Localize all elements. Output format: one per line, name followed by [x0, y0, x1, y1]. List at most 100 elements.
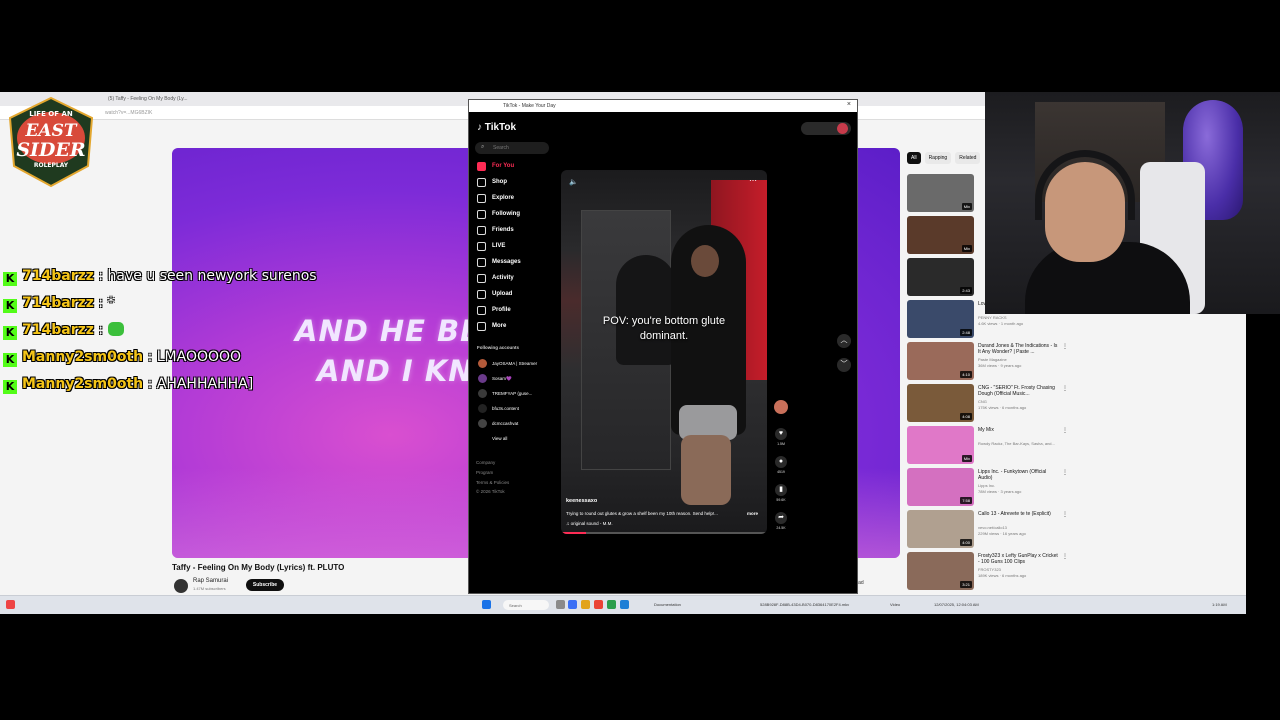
chip-rapping[interactable]: Rapping: [924, 152, 952, 164]
nav-explore[interactable]: Explore: [477, 193, 557, 207]
recommendation-item[interactable]: 4:10 Durand Jones & The Indications - Is …: [907, 342, 1237, 382]
kebab-menu-icon[interactable]: ⋮: [1062, 553, 1068, 560]
footer-link[interactable]: Program: [476, 470, 493, 475]
recommendation-thumbnail[interactable]: 4:00: [907, 510, 974, 548]
recommendation-thumbnail[interactable]: Mix: [907, 174, 974, 212]
recommendation-channel[interactable]: FROSTY323: [978, 567, 1001, 572]
following-account[interactable]: JayOSAMA | Streamer: [478, 359, 568, 370]
tiktok-logo[interactable]: ♪ TikTok: [477, 122, 516, 133]
view-all-link[interactable]: View all: [478, 434, 568, 445]
video-author[interactable]: keenessaxo: [566, 498, 597, 504]
kebab-menu-icon[interactable]: ⋮: [1062, 385, 1068, 392]
nav-for-you[interactable]: For You: [477, 161, 557, 175]
following-account[interactable]: bfu3s.content: [478, 404, 568, 415]
author-avatar[interactable]: [773, 400, 789, 414]
recommendation-thumbnail[interactable]: Mix: [907, 426, 974, 464]
browser-tab[interactable]: (5) Taffy - Feeling On My Body (Ly...: [104, 94, 192, 105]
share-button[interactable]: ➦ 24.5K: [773, 512, 789, 530]
recommendation-channel[interactable]: PENNY RACKS: [978, 315, 1007, 320]
subscribe-button[interactable]: Subscribe: [246, 579, 284, 591]
chip-related[interactable]: Related: [955, 152, 981, 164]
search-input[interactable]: Search: [475, 142, 549, 154]
edge-icon[interactable]: [620, 600, 629, 609]
recommendation-channel[interactable]: Rowdy Rackz, The Bar-Kays, Sasha, and...: [978, 441, 1055, 446]
like-button[interactable]: ♥ 1.5M: [773, 428, 789, 446]
recommendation-item[interactable]: 3:21 Frosty323 x Lefty GunPlay x Cricket …: [907, 552, 1237, 592]
app-icon[interactable]: [607, 600, 616, 609]
channel-avatar[interactable]: [174, 579, 188, 593]
recommendation-title[interactable]: CNG - "SERIO" Ft. Frosty Chasing Dough (…: [978, 385, 1060, 397]
nav-activity[interactable]: Activity: [477, 273, 557, 287]
store-icon[interactable]: [568, 600, 577, 609]
recommendation-thumbnail[interactable]: 2:43: [907, 258, 974, 296]
kebab-menu-icon[interactable]: ⋮: [1062, 343, 1068, 350]
recommendation-item[interactable]: 7:58 Lipps Inc. - Funkytown (Official Aud…: [907, 468, 1237, 508]
recommendation-channel[interactable]: CNG: [978, 399, 987, 404]
account-name: TREMFYAP (guse...: [492, 391, 533, 396]
nav-messages[interactable]: Messages: [477, 257, 557, 271]
comment-button[interactable]: ● 4519: [773, 456, 789, 474]
header-actions[interactable]: [801, 122, 851, 135]
address-text: watch?v=...MG6BZIK: [105, 110, 153, 116]
recommendation-channel[interactable]: Lipps Inc.: [978, 483, 995, 488]
recommendation-item[interactable]: 4:00 Callo 13 - Atrevete te te (Explicit)…: [907, 510, 1237, 550]
channel-name[interactable]: Rap Samurai: [193, 578, 228, 584]
tiktok-video[interactable]: POV: you're bottom glute dominant. 🔈 ⋯ k…: [561, 170, 767, 534]
copyright: © 2026 TikTok: [476, 489, 505, 494]
nav-following[interactable]: Following: [477, 209, 557, 223]
recommendation-thumbnail[interactable]: 4:10: [907, 342, 974, 380]
progress-bar[interactable]: [561, 532, 767, 534]
more-options-icon[interactable]: ⋯: [749, 176, 757, 185]
duration-badge: Mix: [961, 455, 972, 462]
recommendation-title[interactable]: Callo 13 - Atrevete te te (Explicit): [978, 511, 1060, 517]
nav-shop[interactable]: Shop: [477, 177, 557, 191]
close-icon[interactable]: ×: [847, 101, 851, 108]
taskbar-item[interactable]: 528B928F-D88B-43D4-B070-D8364170E2F4.mkv: [760, 602, 849, 607]
following-account[interactable]: dcmccashvat: [478, 419, 568, 430]
recommendation-title[interactable]: Durand Jones & The Indications - Is It A…: [978, 343, 1060, 355]
following-account[interactable]: TREMFYAP (guse...: [478, 389, 568, 400]
save-button[interactable]: ▮ 59.6K: [773, 484, 789, 502]
weather-icon[interactable]: [6, 600, 15, 609]
sound-link[interactable]: ♫ original sound - M.M.: [566, 521, 613, 526]
start-icon[interactable]: [482, 600, 491, 609]
recommendation-item[interactable]: 4:08 CNG - "SERIO" Ft. Frosty Chasing Dou…: [907, 384, 1237, 424]
previous-video-button[interactable]: ︿: [837, 334, 851, 348]
recommendation-thumbnail[interactable]: 7:58: [907, 468, 974, 506]
taskbar-search[interactable]: Search: [503, 600, 549, 610]
following-account[interactable]: Sosam💜: [478, 374, 568, 385]
kebab-menu-icon[interactable]: ⋮: [1062, 511, 1068, 518]
next-video-button[interactable]: ﹀: [837, 358, 851, 372]
taskbar-item[interactable]: 12/07/2025, 12:04:03 AM: [934, 602, 979, 607]
recommendation-channel[interactable]: vevo.net/callo13: [978, 525, 1007, 530]
recommendation-thumbnail[interactable]: 3:21: [907, 552, 974, 590]
kebab-menu-icon[interactable]: ⋮: [1062, 469, 1068, 476]
chrome-icon[interactable]: [594, 600, 603, 609]
recommendation-channel[interactable]: Paste Magazine: [978, 357, 1007, 362]
recommendation-item[interactable]: Mix My Mix Rowdy Rackz, The Bar-Kays, Sash…: [907, 426, 1237, 466]
recommendation-title[interactable]: Frosty323 x Lefty GunPlay x Cricket - 10…: [978, 553, 1060, 565]
folder-icon[interactable]: [581, 600, 590, 609]
nav-upload[interactable]: Upload: [477, 289, 557, 303]
more-link[interactable]: more: [747, 511, 758, 516]
taskbar-item[interactable]: Documentation: [654, 602, 681, 607]
taskbar-item[interactable]: Video: [890, 602, 900, 607]
kebab-menu-icon[interactable]: ⋮: [1062, 427, 1068, 434]
recommendation-thumbnail[interactable]: Mix: [907, 216, 974, 254]
profile-avatar[interactable]: [837, 123, 848, 134]
footer-link[interactable]: Terms & Policies: [476, 480, 509, 485]
nav-more[interactable]: More: [477, 321, 557, 335]
recommendation-thumbnail[interactable]: 2:48: [907, 300, 974, 338]
recommendation-title[interactable]: Lipps Inc. - Funkytown (Official Audio): [978, 469, 1060, 481]
recommendation-thumbnail[interactable]: 4:08: [907, 384, 974, 422]
nav-profile[interactable]: Profile: [477, 305, 557, 319]
volume-icon[interactable]: 🔈: [569, 178, 578, 186]
bookmark-icon: ▮: [775, 484, 787, 496]
nav-friends[interactable]: Friends: [477, 225, 557, 239]
nav-live[interactable]: LIVE: [477, 241, 557, 255]
clock[interactable]: 1:19 AM: [1212, 602, 1227, 607]
footer-link[interactable]: Company: [476, 460, 495, 465]
chip-all[interactable]: All: [907, 152, 921, 164]
recommendation-title[interactable]: My Mix: [978, 427, 1060, 433]
taskview-icon[interactable]: [556, 600, 565, 609]
